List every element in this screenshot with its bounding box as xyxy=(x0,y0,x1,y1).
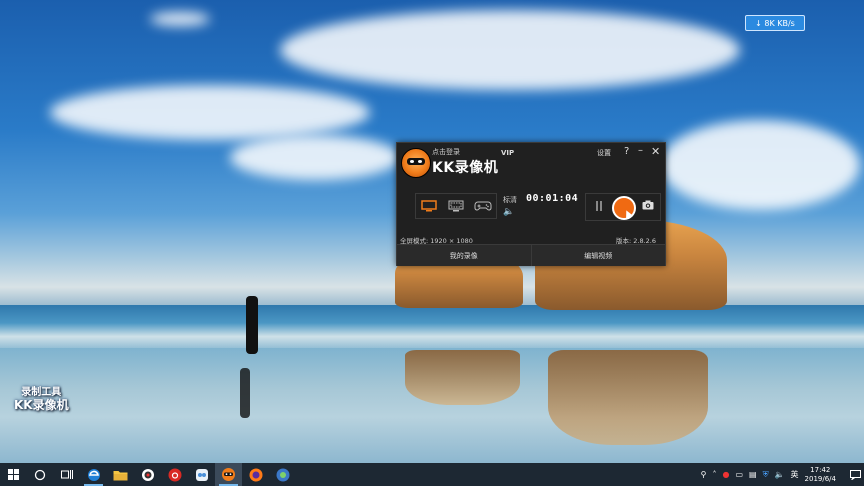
clock[interactable]: 17:42 2019/6/4 xyxy=(805,466,836,483)
network-icon[interactable]: ▤ xyxy=(749,470,757,479)
speaker-icon[interactable]: 🔈 xyxy=(503,207,514,217)
cloud xyxy=(150,12,210,26)
cloud xyxy=(50,85,370,140)
task-view-icon xyxy=(60,470,73,479)
taskbar-kk-recorder[interactable] xyxy=(215,463,242,486)
game-mode-button[interactable] xyxy=(474,199,492,213)
watermark-line2: KK录像机 xyxy=(14,397,69,412)
cloud xyxy=(280,10,740,90)
login-link[interactable]: 点击登录 xyxy=(432,147,460,157)
task-view-button[interactable] xyxy=(53,463,80,486)
battery-icon[interactable]: ▭ xyxy=(735,470,743,479)
quality-selector[interactable]: 标清 xyxy=(503,195,517,205)
region-icon xyxy=(448,200,464,212)
cloud xyxy=(230,135,400,180)
start-button[interactable] xyxy=(0,463,26,486)
bottom-bar: 我的录像 编辑视频 xyxy=(397,244,665,266)
netease-music-icon xyxy=(168,468,181,481)
app-icon xyxy=(195,468,208,481)
edit-video-button[interactable]: 编辑视频 xyxy=(530,245,665,266)
kk-logo-icon xyxy=(401,148,431,178)
record-controls xyxy=(585,193,661,221)
windows-icon xyxy=(7,469,19,480)
kk-recorder-icon xyxy=(222,468,235,481)
folder-icon xyxy=(113,470,128,480)
help-button[interactable]: ? xyxy=(624,146,629,157)
runner-reflection xyxy=(240,368,250,418)
region-mode-button[interactable] xyxy=(447,199,465,213)
system-tray: ⚲ ˄ ● ▭ ▤ ⛨ 🔈 英 17:42 2019/6/4 xyxy=(701,463,864,486)
people-icon[interactable]: ⚲ xyxy=(701,470,707,479)
cloud xyxy=(660,120,860,210)
volume-icon[interactable]: 🔈 xyxy=(775,470,785,479)
notification-icon xyxy=(849,469,861,480)
search-icon xyxy=(34,469,45,480)
kk-titlebar[interactable]: 点击登录 KK录像机 VIP 设置 ? – ✕ xyxy=(397,143,665,181)
record-mode-group xyxy=(415,193,497,219)
firefox-icon xyxy=(249,468,262,481)
taskbar-app-b[interactable] xyxy=(188,463,215,486)
watermark-line1: 录制工具 xyxy=(21,387,62,398)
rock-reflection xyxy=(405,350,520,405)
settings-button[interactable]: 设置 xyxy=(597,148,611,158)
pause-icon[interactable] xyxy=(595,201,603,211)
shield-icon[interactable]: ⛨ xyxy=(763,470,769,480)
taskbar-netease-music[interactable] xyxy=(161,463,188,486)
rock-reflection xyxy=(548,350,708,445)
taskbar-firefox[interactable] xyxy=(242,463,269,486)
my-recordings-button[interactable]: 我的录像 xyxy=(397,245,531,266)
ime-indicator[interactable]: 英 xyxy=(791,469,799,480)
edge-icon xyxy=(87,468,100,481)
vip-button[interactable]: VIP xyxy=(501,149,514,157)
taskbar-browser[interactable] xyxy=(269,463,296,486)
minimize-button[interactable]: – xyxy=(638,145,643,156)
kk-recorder-window: 点击登录 KK录像机 VIP 设置 ? – ✕ 标清 00:01:04 🔈 全屏… xyxy=(396,142,666,266)
camera-icon[interactable] xyxy=(642,200,654,212)
kk-brand-title: KK录像机 xyxy=(432,160,499,176)
clock-time: 17:42 xyxy=(810,466,831,475)
gamepad-icon xyxy=(474,201,492,211)
monitor-icon xyxy=(421,200,438,212)
recording-timer: 00:01:04 xyxy=(526,193,579,204)
fullscreen-mode-button[interactable] xyxy=(420,199,438,213)
clock-date: 2019/6/4 xyxy=(804,474,836,483)
sea xyxy=(0,305,864,350)
tray-app-icon[interactable]: ● xyxy=(722,470,729,479)
taskbar-file-explorer[interactable] xyxy=(107,463,134,486)
browser-icon xyxy=(276,468,289,481)
taskbar: ⚲ ˄ ● ▭ ▤ ⛨ 🔈 英 17:42 2019/6/4 xyxy=(0,463,864,486)
app-icon xyxy=(141,468,154,481)
taskbar-app-a[interactable] xyxy=(134,463,161,486)
taskbar-edge[interactable] xyxy=(80,463,107,486)
search-button[interactable] xyxy=(26,463,53,486)
net-speed-text: ↓ 8K KB/s xyxy=(755,18,795,28)
runner xyxy=(246,296,258,354)
close-button[interactable]: ✕ xyxy=(651,145,660,158)
network-speed-badge: ↓ 8K KB/s xyxy=(745,15,805,31)
notification-button[interactable] xyxy=(846,463,864,486)
watermark: 录制工具 KK录像机 xyxy=(14,387,69,412)
tray-chevron-up-icon[interactable]: ˄ xyxy=(712,470,716,479)
